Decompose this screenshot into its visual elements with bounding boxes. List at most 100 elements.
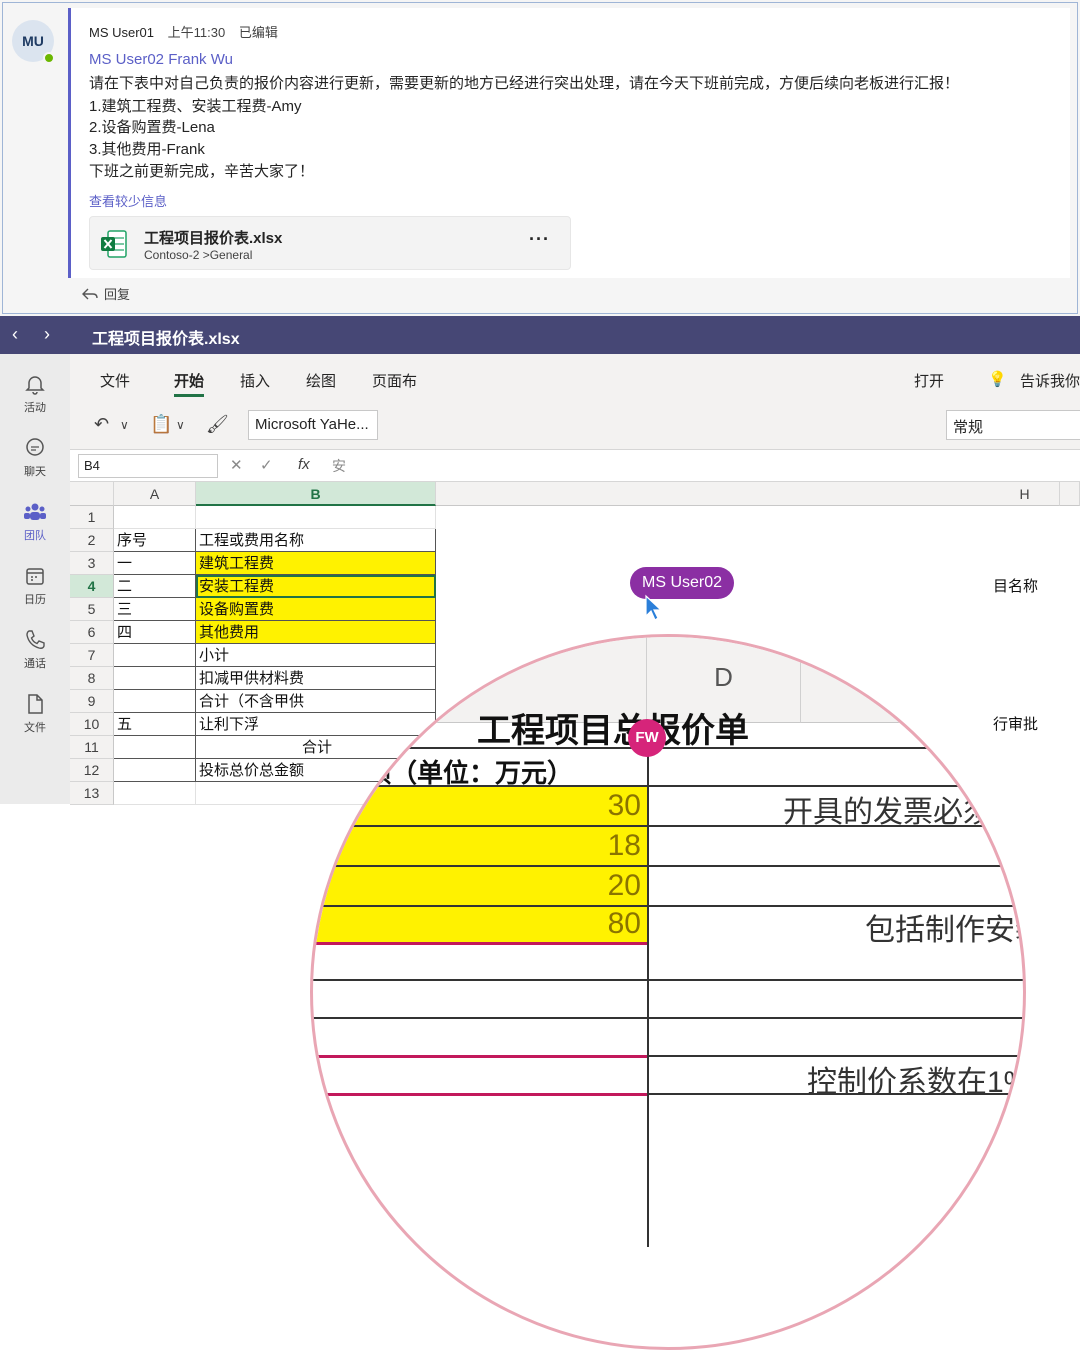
cancel-icon[interactable]: ✕ xyxy=(230,456,243,474)
rail-item-files[interactable]: 文件 xyxy=(0,692,70,735)
number-format-select[interactable]: 常规 xyxy=(946,410,1080,440)
grid-line xyxy=(313,747,1023,749)
row-header[interactable]: 4 xyxy=(70,575,114,598)
row-header[interactable]: 12 xyxy=(70,759,114,782)
message-line: 请在下表中对自己负责的报价内容进行更新，需要更新的地方已经进行突出处理，请在今天… xyxy=(89,75,960,92)
column-header[interactable]: A xyxy=(114,482,196,506)
column-header[interactable]: H xyxy=(990,482,1060,506)
back-arrow-icon[interactable]: ‹ xyxy=(12,324,18,345)
cell-a13[interactable] xyxy=(114,782,196,805)
see-less-link[interactable]: 查看较少信息 xyxy=(89,191,167,210)
cell-a10[interactable]: 五 xyxy=(114,713,196,736)
cell-a7[interactable] xyxy=(114,644,196,667)
tell-me-search[interactable]: 告诉我你 xyxy=(1020,370,1080,391)
rail-item-activity[interactable]: 活动 xyxy=(0,372,70,415)
reply-button[interactable]: 回复 xyxy=(82,284,130,303)
tab-insert[interactable]: 插入 xyxy=(240,370,270,391)
row-header[interactable]: 8 xyxy=(70,667,114,690)
grid-line xyxy=(313,979,1023,981)
tab-page-layout[interactable]: 页面布 xyxy=(372,370,417,391)
rail-label: 文件 xyxy=(24,722,46,734)
row-header[interactable]: 3 xyxy=(70,552,114,575)
tab-file[interactable]: 文件 xyxy=(100,370,130,391)
name-box[interactable]: B4 xyxy=(78,454,218,478)
clipboard-icon[interactable]: 📋 xyxy=(150,414,172,435)
format-painter-icon[interactable]: 🖌 xyxy=(206,414,229,435)
chevron-down-icon[interactable]: ∨ xyxy=(176,418,185,432)
row-header[interactable]: 1 xyxy=(70,506,114,529)
row-header[interactable]: 7 xyxy=(70,644,114,667)
presence-available-icon xyxy=(43,52,55,64)
lightbulb-icon[interactable]: 💡 xyxy=(988,370,1007,388)
message-card[interactable]: MS User01 上午11:30 已编辑 MS User02 Frank Wu… xyxy=(68,8,1070,278)
font-name-select[interactable]: Microsoft YaHe... xyxy=(248,410,378,440)
mention-link[interactable]: MS User02 Frank Wu xyxy=(89,51,233,68)
more-options-icon[interactable]: ··· xyxy=(529,229,550,250)
row-header[interactable]: 5 xyxy=(70,598,114,621)
coauthor-avatar-fw[interactable]: FW xyxy=(628,719,666,757)
grid-line xyxy=(313,1017,1023,1019)
cell-h3[interactable]: 目名称 xyxy=(990,575,1080,598)
phone-icon xyxy=(26,630,45,649)
cell-b3[interactable]: 建筑工程费 xyxy=(196,552,436,575)
cell-a11[interactable] xyxy=(114,736,196,759)
row-header[interactable]: 9 xyxy=(70,690,114,713)
value-cell[interactable]: 18 xyxy=(313,829,641,863)
highlight-border xyxy=(313,942,647,945)
cell-a3[interactable]: 一 xyxy=(114,552,196,575)
tab-draw[interactable]: 绘图 xyxy=(306,370,336,391)
ribbon-tabs: 文件 开始 插入 绘图 页面布 打开 💡 告诉我你 xyxy=(70,354,1080,400)
rail-label: 通话 xyxy=(24,658,46,670)
row-header[interactable]: 10 xyxy=(70,713,114,736)
row-header[interactable]: 2 xyxy=(70,529,114,552)
column-header[interactable]: B xyxy=(196,482,436,506)
cell-b1[interactable] xyxy=(196,506,436,529)
excel-file-icon xyxy=(101,230,127,258)
value-cell[interactable]: 30 xyxy=(313,789,641,823)
value-cell[interactable]: 20 xyxy=(313,869,641,903)
sender-name: MS User01 xyxy=(89,25,155,40)
formula-input[interactable]: 安 xyxy=(332,456,346,476)
cell-a6[interactable]: 四 xyxy=(114,621,196,644)
message-time: 上午11:30 xyxy=(167,25,226,40)
function-icon[interactable]: fx xyxy=(298,456,310,473)
rail-item-calls[interactable]: 通话 xyxy=(0,628,70,671)
note-cell[interactable]: 控制价系数在1% xyxy=(807,1057,1023,1101)
note-cell[interactable]: 包括制作安装 xyxy=(865,905,1023,949)
note-cell[interactable]: 开具的发票必须 xyxy=(783,787,993,831)
cell-a4[interactable]: 二 xyxy=(114,575,196,598)
rail-item-chat[interactable]: 聊天 xyxy=(0,436,70,479)
forward-arrow-icon[interactable]: › xyxy=(44,324,50,345)
file-attachment[interactable]: 工程项目报价表.xlsx Contoso-2 >General ··· xyxy=(89,216,571,270)
cell-b2[interactable]: 工程或费用名称 xyxy=(196,529,436,552)
rail-item-calendar[interactable]: 日历 xyxy=(0,564,70,607)
rail-label: 团队 xyxy=(24,530,46,542)
cell-b4[interactable]: 安装工程费 xyxy=(196,575,436,598)
row-header[interactable]: 13 xyxy=(70,782,114,805)
chevron-down-icon[interactable]: ∨ xyxy=(120,418,129,432)
message-line: 下班之前更新完成，辛苦大家了！ xyxy=(89,163,315,180)
confirm-icon[interactable]: ✓ xyxy=(260,456,273,474)
undo-icon[interactable]: ↶ xyxy=(94,414,109,435)
cell-a5[interactable]: 三 xyxy=(114,598,196,621)
cell-b5[interactable]: 设备购置费 xyxy=(196,598,436,621)
chat-icon xyxy=(26,438,44,456)
rail-item-teams[interactable]: 团队 xyxy=(0,500,70,543)
select-all-corner[interactable] xyxy=(70,482,114,506)
value-cell[interactable]: 80 xyxy=(313,907,641,941)
file-name[interactable]: 工程项目报价表.xlsx xyxy=(144,227,282,248)
row-header[interactable]: 6 xyxy=(70,621,114,644)
cell-a8[interactable] xyxy=(114,667,196,690)
message-line: 1.建筑工程费、安装工程费-Amy xyxy=(89,98,302,115)
column-header-area[interactable] xyxy=(436,482,1080,506)
file-path: Contoso-2 >General xyxy=(144,248,253,262)
cell-a12[interactable] xyxy=(114,759,196,782)
cell-a1[interactable] xyxy=(114,506,196,529)
tab-home[interactable]: 开始 xyxy=(174,370,205,397)
highlight-border xyxy=(313,1093,647,1096)
cell-a2[interactable]: 序号 xyxy=(114,529,196,552)
row-header[interactable]: 11 xyxy=(70,736,114,759)
cell-a9[interactable] xyxy=(114,690,196,713)
teams-icon xyxy=(24,503,46,520)
open-in-desktop-button[interactable]: 打开 xyxy=(914,370,944,391)
